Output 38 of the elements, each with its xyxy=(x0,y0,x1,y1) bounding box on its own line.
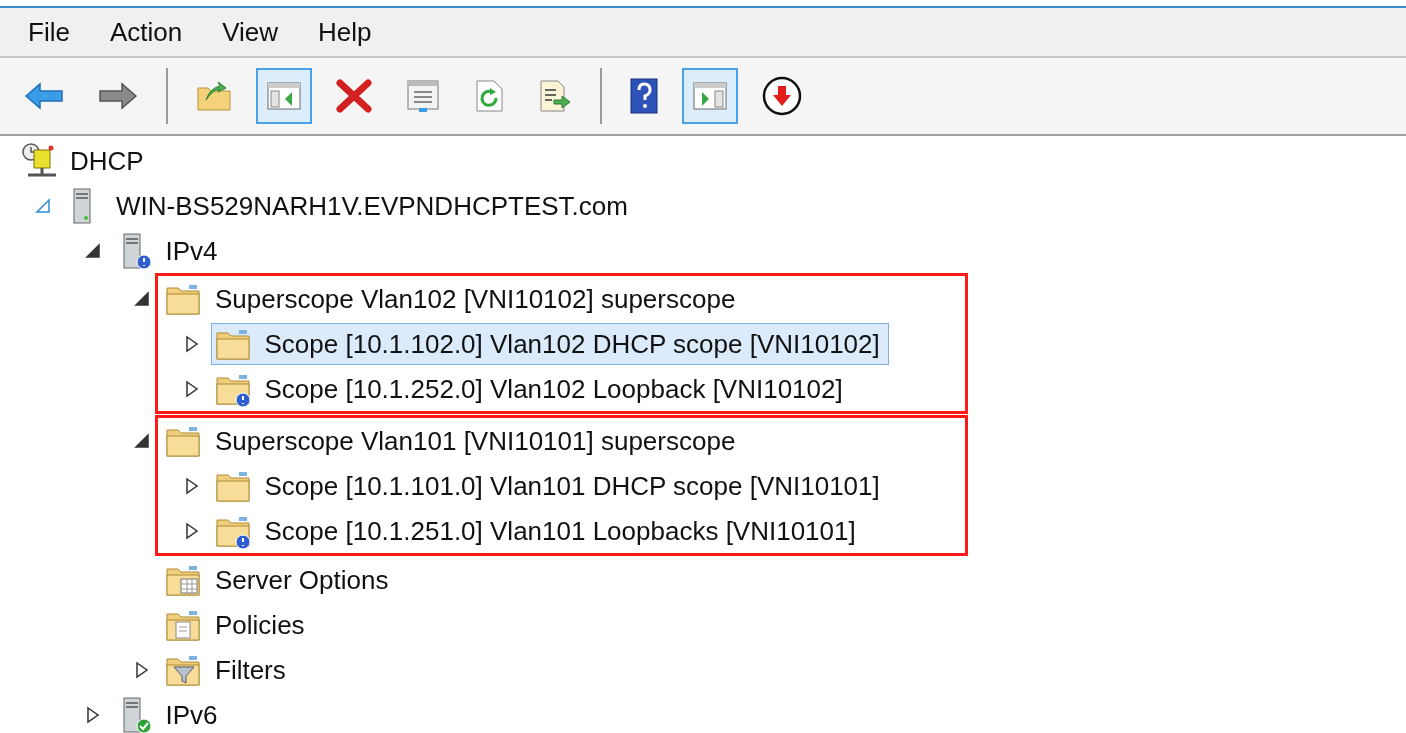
pane-right-icon xyxy=(692,81,728,111)
collapse-arrow-icon[interactable] xyxy=(134,432,150,449)
folder-up-icon xyxy=(196,80,232,112)
tree-item[interactable]: Superscope Vlan102 [VNI10102] superscope xyxy=(161,277,745,320)
refresh-icon xyxy=(474,79,504,113)
down-arrow-circle-icon xyxy=(762,76,802,116)
export-list-icon xyxy=(538,79,572,113)
delete-icon xyxy=(336,79,372,113)
pane-left-icon xyxy=(266,81,302,111)
tree-item[interactable]: Superscope Vlan101 [VNI10101] superscope xyxy=(161,419,745,462)
back-arrow-icon xyxy=(24,81,64,111)
expand-arrow-icon[interactable] xyxy=(85,705,100,724)
properties-icon xyxy=(406,79,440,113)
expand-arrow-icon[interactable] xyxy=(184,476,199,495)
tree-item[interactable]: Scope [10.1.102.0] Vlan102 DHCP scope [VNI10102] xyxy=(210,322,889,365)
collapse-arrow-icon[interactable] xyxy=(84,242,101,259)
menu-item[interactable]: Help xyxy=(318,12,372,52)
collapse-arrow-icon[interactable] xyxy=(134,290,150,307)
tree-item[interactable]: IPv4 xyxy=(111,229,227,272)
dhcp-server-icon xyxy=(20,141,58,180)
tree-item[interactable]: IPv6 xyxy=(111,693,227,733)
forward-arrow-icon xyxy=(98,81,138,111)
tree-item[interactable]: Scope [10.1.252.0] Vlan102 Loopback [VNI10102] xyxy=(210,367,852,410)
expand-arrow-icon[interactable] xyxy=(184,521,199,540)
menu-item[interactable]: File xyxy=(28,12,70,52)
tree-item[interactable]: Policies xyxy=(161,603,314,646)
expand-arrow-icon[interactable] xyxy=(184,379,199,398)
menu-item[interactable]: Action xyxy=(109,12,183,52)
menu-item[interactable]: View xyxy=(222,12,279,52)
tree-item[interactable]: Scope [10.1.251.0] Vlan101 Loopbacks [VNI10101] xyxy=(210,509,865,552)
tree-item[interactable]: WIN-BS529NARH1V.EVPNDHCPTEST.com xyxy=(62,184,637,227)
tree-item[interactable]: Server Options xyxy=(161,558,398,601)
tree-item[interactable]: Filters xyxy=(161,648,295,691)
tree-item[interactable]: DHCP xyxy=(16,139,153,182)
help-icon xyxy=(630,78,658,114)
expand-arrow-icon[interactable] xyxy=(135,660,149,679)
expand-arrow-icon[interactable] xyxy=(184,334,199,353)
tree-item[interactable]: Scope [10.1.101.0] Vlan101 DHCP scope [VNI10101] xyxy=(210,464,889,507)
